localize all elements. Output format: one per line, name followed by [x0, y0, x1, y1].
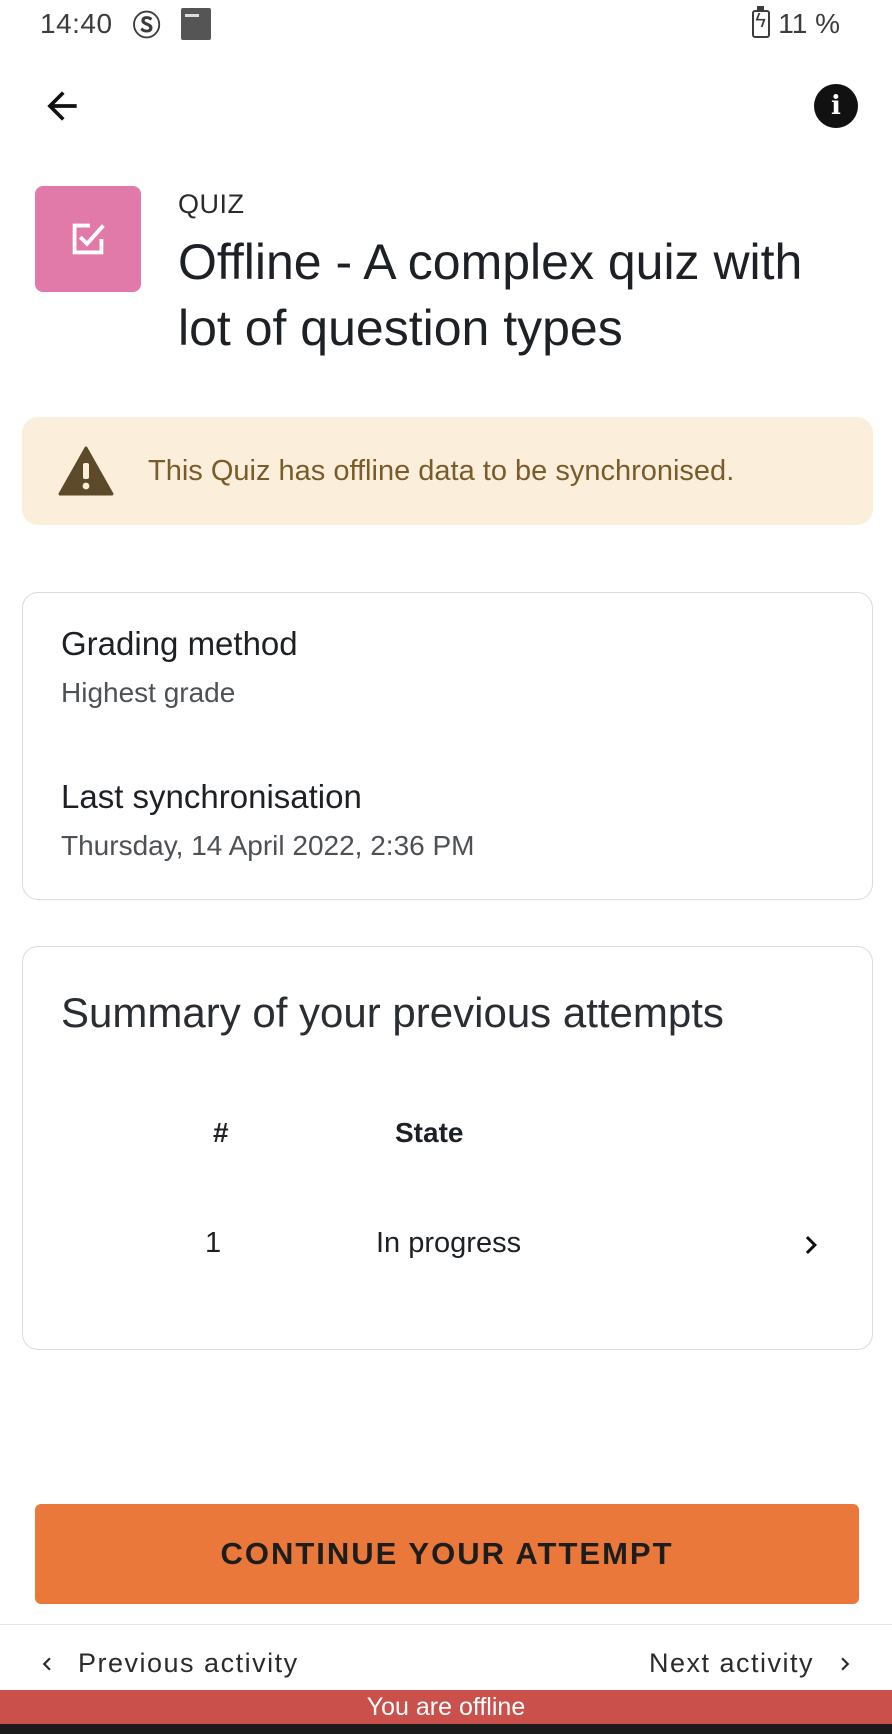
screen: 14:40 Ⓢ 11 % i QUIZ Offline - A complex … [0, 0, 892, 1734]
warning-icon [58, 446, 114, 496]
grading-method-value: Highest grade [61, 677, 236, 708]
chevron-left-icon [42, 1657, 51, 1670]
header-text: QUIZ Offline - A complex quiz with lot o… [178, 186, 868, 361]
chevron-right-icon [841, 1657, 850, 1670]
app-bar: i [0, 70, 892, 142]
back-button[interactable] [36, 80, 88, 132]
previous-activity-label: Previous activity [78, 1648, 299, 1678]
chevron-right-icon [791, 1225, 831, 1265]
battery-percentage: 11 % [778, 8, 840, 39]
offline-banner: You are offline [0, 1690, 892, 1724]
status-time: 14:40 [40, 8, 113, 39]
next-activity-button[interactable]: Next activity [649, 1648, 858, 1679]
grading-method-item: Grading method Highest grade [61, 625, 298, 709]
status-right: 11 % [752, 6, 840, 40]
page-title: Offline - A complex quiz with lot of que… [178, 234, 803, 356]
sync-status-icon: Ⓢ [132, 10, 161, 41]
checkbox-icon [72, 223, 105, 255]
last-sync-value: Thursday, 14 April 2022, 2:36 PM [61, 830, 475, 861]
status-left: 14:40 Ⓢ [40, 4, 211, 44]
warning-text: This Quiz has offline data to be synchro… [148, 454, 735, 487]
offline-data-warning: This Quiz has offline data to be synchro… [22, 417, 873, 525]
attempt-number: 1 [205, 1227, 222, 1259]
attempt-row[interactable]: 1 In progress [23, 1197, 871, 1307]
battery-icon [752, 6, 771, 38]
attempts-title: Summary of your previous attempts [61, 989, 724, 1036]
next-activity-label: Next activity [648, 1648, 814, 1678]
back-arrow-icon [47, 91, 77, 121]
system-nav-strip [0, 1724, 892, 1734]
column-header-state: State [395, 1117, 464, 1148]
info-icon[interactable]: i [814, 84, 858, 128]
last-sync-item: Last synchronisation Thursday, 14 April … [61, 778, 475, 862]
column-header-number: # [213, 1117, 229, 1148]
quiz-info-card: Grading method Highest grade Last synchr… [22, 592, 873, 900]
module-type-label: QUIZ [178, 189, 245, 219]
last-sync-label: Last synchronisation [61, 778, 362, 815]
attempts-summary-card: Summary of your previous attempts # Stat… [22, 946, 873, 1350]
status-bar: 14:40 Ⓢ 11 % [0, 0, 892, 48]
continue-attempt-button[interactable]: CONTINUE YOUR ATTEMPT [35, 1504, 859, 1604]
grading-method-label: Grading method [61, 625, 298, 662]
bottom-divider [0, 1624, 892, 1625]
notification-app-icon [180, 8, 211, 40]
activity-navigation: Previous activity Next activity [0, 1648, 892, 1692]
attempt-state: In progress [376, 1227, 522, 1259]
previous-activity-button[interactable]: Previous activity [34, 1648, 299, 1679]
quiz-module-icon [35, 186, 141, 292]
